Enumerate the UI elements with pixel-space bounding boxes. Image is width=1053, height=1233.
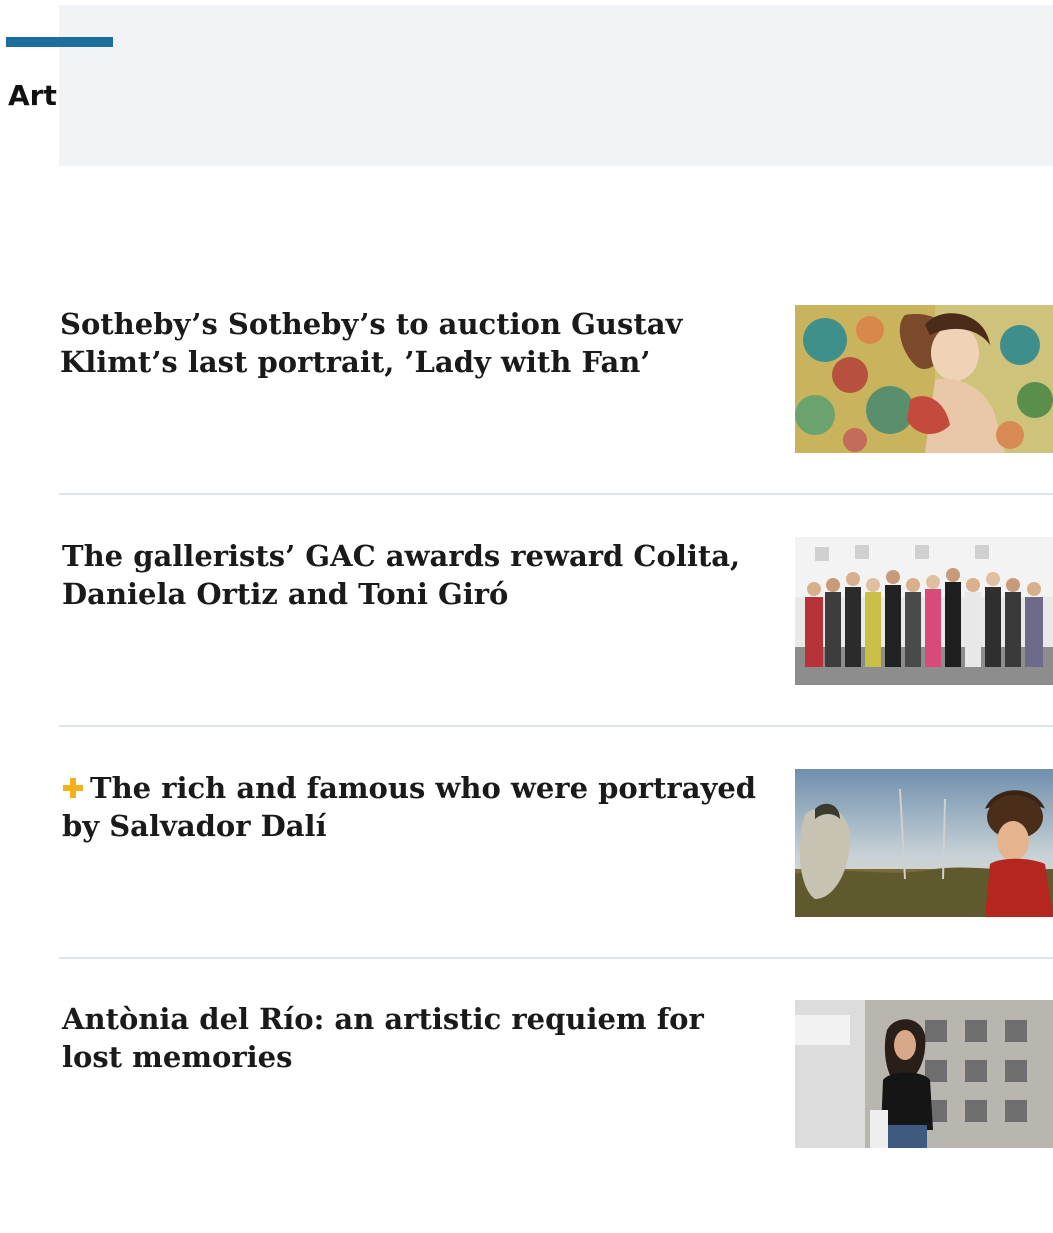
article-divider [59, 725, 1053, 727]
article-divider [59, 957, 1053, 959]
plus-icon [62, 777, 84, 799]
ad-banner-placeholder [59, 5, 1053, 166]
article-headline-link[interactable]: Sotheby’s Sotheby’s to auction Gustav Kl… [60, 305, 765, 381]
awards-group-photo-image [795, 537, 1053, 685]
article-divider [59, 493, 1053, 495]
article-headline-link[interactable]: The rich and famous who were portrayed b… [62, 769, 767, 845]
headline-text: Sotheby’s Sotheby’s to auction Gustav Kl… [60, 307, 683, 379]
dali-painting-image [795, 769, 1053, 917]
section-accent-bar [6, 37, 113, 47]
headline-text: The rich and famous who were portrayed b… [62, 771, 757, 843]
article-thumbnail[interactable] [795, 769, 1053, 917]
article-headline-link[interactable]: Antònia del Río: an artistic requiem for… [62, 1000, 767, 1076]
article-headline-link[interactable]: The gallerists’ GAC awards reward Colita… [62, 537, 767, 613]
headline-text: The gallerists’ GAC awards reward Colita… [62, 539, 741, 611]
artist-gallery-image [795, 1000, 1053, 1148]
page: Art Sotheby’s Sotheby’s to auction Gusta… [0, 0, 1053, 1233]
article-thumbnail[interactable] [795, 305, 1053, 453]
headline-text: Antònia del Río: an artistic requiem for… [62, 1002, 704, 1074]
klimt-painting-image [795, 305, 1053, 453]
article-thumbnail[interactable] [795, 1000, 1053, 1148]
section-title: Art [8, 79, 57, 112]
article-thumbnail[interactable] [795, 537, 1053, 685]
